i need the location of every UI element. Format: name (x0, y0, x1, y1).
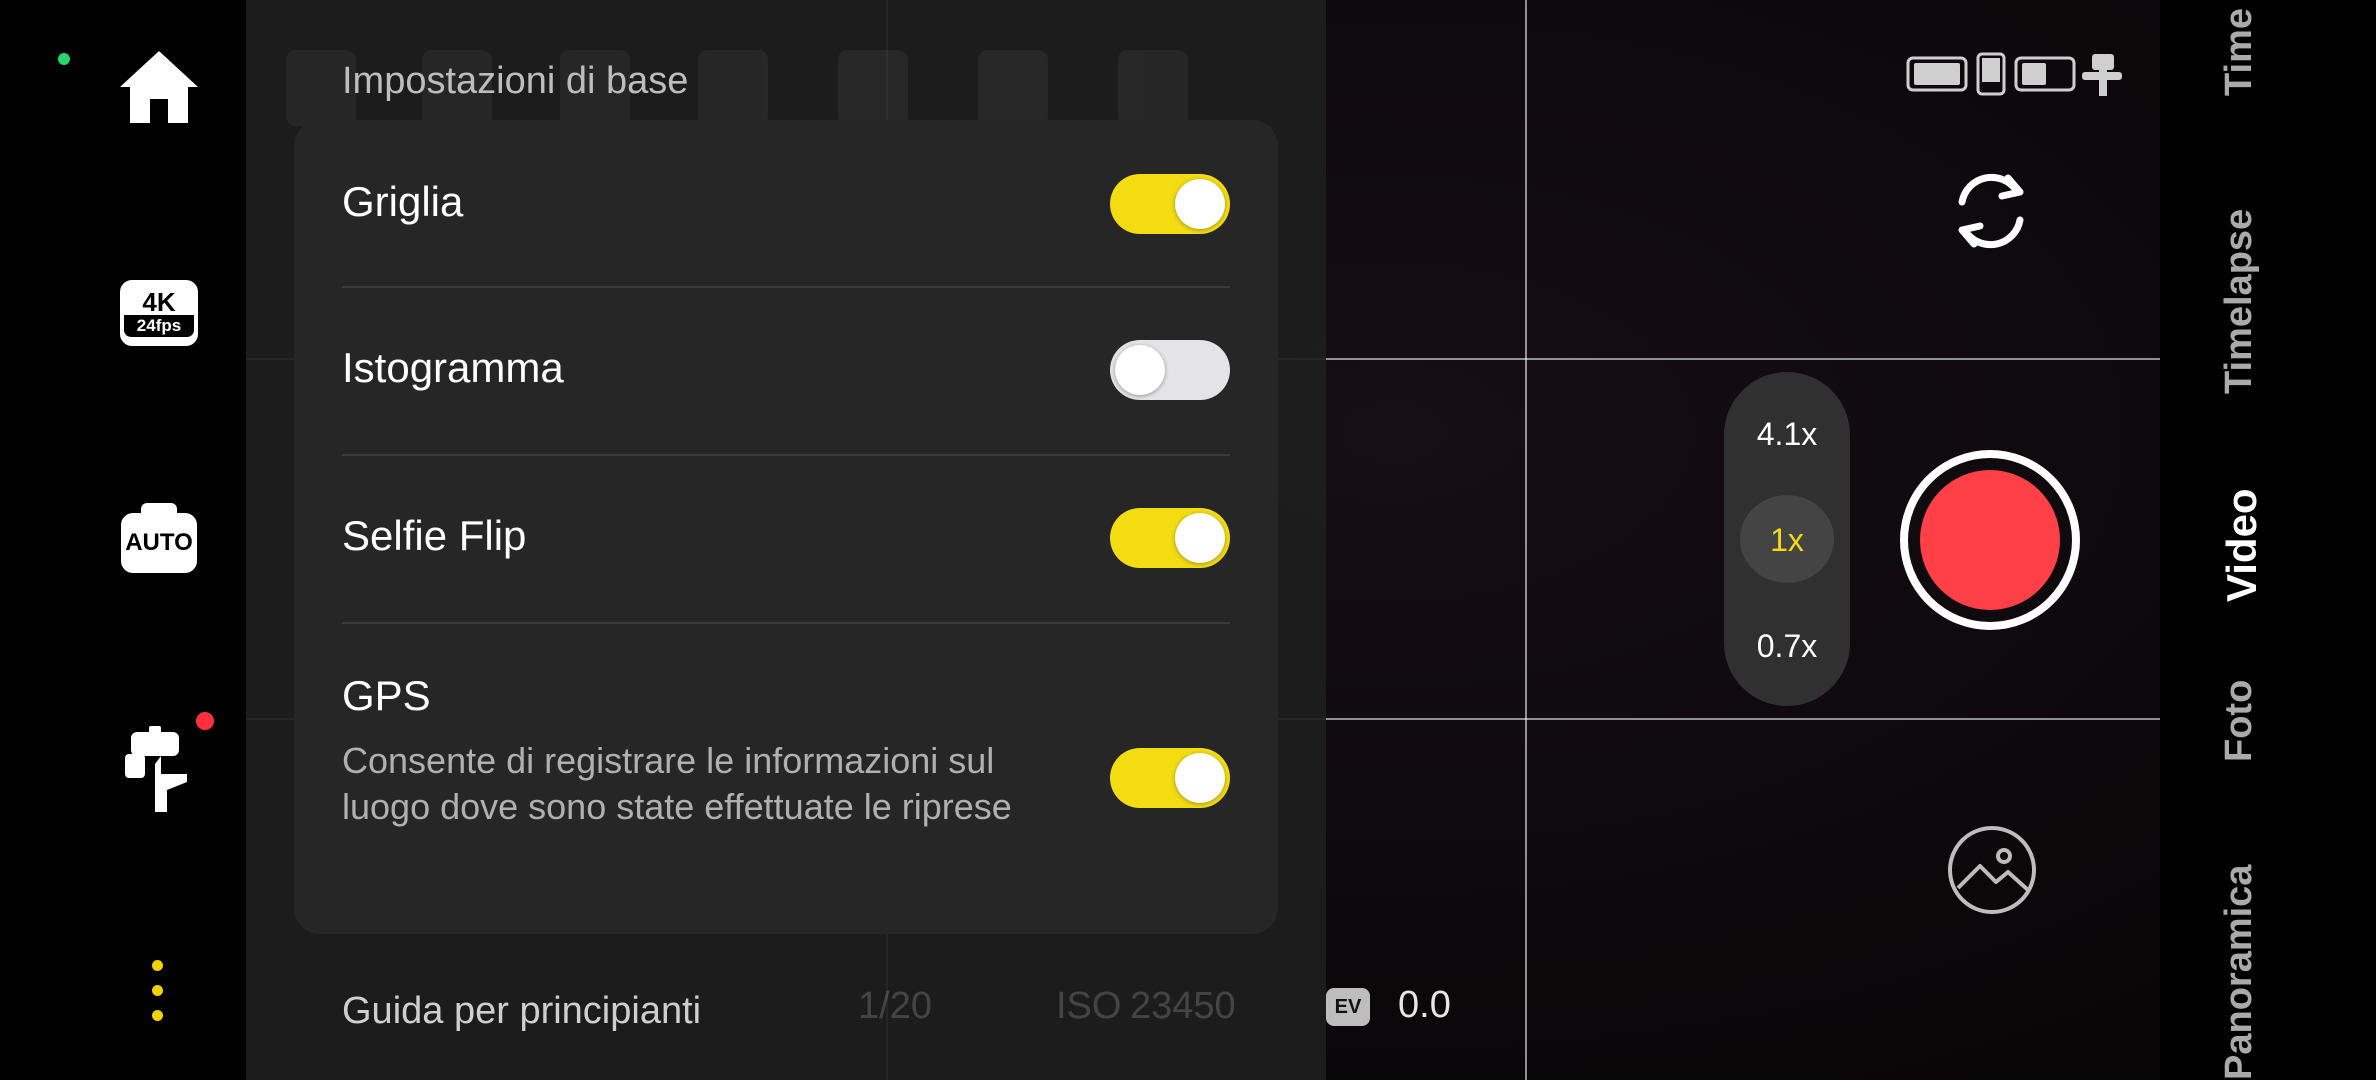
setting-row-grid[interactable]: Griglia (342, 174, 1230, 234)
histogram-toggle[interactable] (1110, 340, 1230, 400)
camera-mode-button[interactable]: AUTO (110, 494, 208, 592)
selfie-flip-toggle[interactable] (1110, 508, 1230, 568)
timer-off-icon (698, 50, 768, 126)
zoom-option-1x[interactable]: 1x (1724, 522, 1850, 559)
record-indicator (1920, 470, 2060, 610)
toggle-knob (1115, 345, 1165, 395)
gimbal-button[interactable] (110, 720, 208, 818)
shutter-speed-value: 1/20 (858, 985, 932, 1027)
home-icon (120, 51, 198, 123)
teleprompter-icon (978, 50, 1048, 126)
iso-label: ISO (1056, 985, 1122, 1027)
setting-label: GPS (342, 672, 431, 719)
status-led (58, 53, 70, 65)
camera-mode-label: AUTO (125, 529, 193, 556)
setting-label: Selfie Flip (342, 512, 527, 559)
mode-video[interactable]: Video (2218, 488, 2266, 602)
home-button[interactable] (110, 38, 208, 136)
iso-value: 23450 (1130, 985, 1236, 1027)
divider (342, 286, 1230, 288)
ev-value[interactable]: 0.0 (1398, 984, 1451, 1027)
section-title: Impostazioni di base (342, 60, 689, 102)
setting-row-histogram[interactable]: Istogramma (342, 340, 1230, 400)
zoom-option-4.1x[interactable]: 4.1x (1724, 416, 1850, 453)
notification-dot (196, 712, 214, 730)
settings-card: Griglia Istogramma Selfie Flip GPS Conse… (294, 120, 1278, 934)
gps-description: Consente di registrare le informazioni s… (342, 740, 1012, 827)
divider (342, 454, 1230, 456)
mode-timelapse[interactable]: Timelapse (2218, 209, 2261, 394)
beginner-guide-link[interactable]: Guida per principianti (342, 990, 701, 1033)
divider (342, 622, 1230, 624)
toggle-knob (1175, 179, 1225, 229)
setting-label: Griglia (342, 178, 464, 225)
resolution-label: 4K (142, 287, 176, 317)
zoom-selector: 4.1x 1x 0.7x (1724, 372, 1850, 706)
gallery-button[interactable] (1946, 824, 2038, 916)
more-options-icon[interactable] (152, 960, 166, 1035)
toggle-knob (1175, 513, 1225, 563)
resolution-button[interactable]: 4K 24fps (110, 264, 208, 362)
left-toolbar: 4K 24fps AUTO (0, 0, 246, 1080)
setting-label: Istogramma (342, 344, 564, 391)
share-icon (1118, 50, 1188, 126)
setting-row-gps[interactable]: GPS Consente di registrare le informazio… (342, 672, 1230, 872)
resolution-badge: 4K 24fps (120, 280, 198, 346)
settings-panel: Impostazioni di base Griglia Istogramma … (246, 0, 1326, 1080)
setting-row-selfie-flip[interactable]: Selfie Flip (342, 508, 1230, 568)
mode-selector: Time Timelapse Video Foto Panoramica (2160, 0, 2376, 1080)
device-connection-icon (1906, 52, 2122, 96)
gps-toggle[interactable] (1110, 748, 1230, 808)
gimbal-icon (125, 726, 187, 812)
zoom-option-0.7x[interactable]: 0.7x (1724, 628, 1850, 665)
grid-toggle[interactable] (1110, 174, 1230, 234)
record-button[interactable] (1900, 450, 2080, 630)
ev-icon[interactable]: EV (1326, 988, 1370, 1026)
mode-panoramica[interactable]: Panoramica (2218, 865, 2261, 1080)
mode-time[interactable]: Time (2218, 8, 2261, 96)
grid-line (1525, 0, 1527, 1080)
toggle-knob (1175, 753, 1225, 803)
flip-camera-button[interactable] (1946, 166, 2036, 256)
mode-foto[interactable]: Foto (2218, 680, 2261, 762)
gesture-on-icon (838, 50, 908, 126)
framerate-label: 24fps (124, 315, 194, 337)
auto-mode-icon: AUTO (121, 503, 197, 573)
